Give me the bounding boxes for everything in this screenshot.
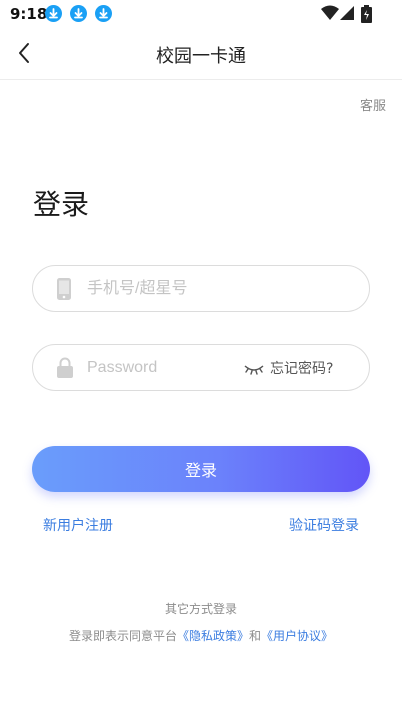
forgot-password-link[interactable]: 忘记密码? xyxy=(270,358,333,378)
agreement-text: 登录即表示同意平台《隐私政策》和《用户协议》 xyxy=(0,627,402,644)
customer-service-link[interactable]: 客服 xyxy=(360,95,386,114)
login-heading: 登录 xyxy=(33,188,90,221)
status-bar: 9:18 xyxy=(0,0,402,28)
verification-code-login-link[interactable]: 验证码登录 xyxy=(289,515,359,535)
phone-input[interactable] xyxy=(87,266,357,311)
password-field[interactable]: 忘记密码? xyxy=(32,344,370,391)
register-link[interactable]: 新用户注册 xyxy=(43,515,113,535)
page-title: 校园一卡通 xyxy=(156,46,246,67)
eye-closed-icon[interactable] xyxy=(243,358,265,378)
wifi-icon xyxy=(321,5,339,25)
lock-icon xyxy=(57,357,73,383)
download-icon xyxy=(95,5,112,22)
login-button[interactable]: 登录 xyxy=(32,446,370,492)
agreement-and: 和 xyxy=(249,629,262,643)
status-time: 9:18 xyxy=(10,5,48,23)
download-icon xyxy=(70,5,87,22)
agreement-prefix: 登录即表示同意平台 xyxy=(68,629,177,643)
password-input[interactable] xyxy=(87,345,237,390)
phone-field[interactable] xyxy=(32,265,370,312)
other-login-methods[interactable]: 其它方式登录 xyxy=(0,600,402,617)
user-agreement-link[interactable]: 《用户协议》 xyxy=(261,629,333,643)
privacy-policy-link[interactable]: 《隐私政策》 xyxy=(177,629,249,643)
download-icon xyxy=(45,5,62,22)
phone-icon xyxy=(57,278,71,304)
nav-bar: 校园一卡通 xyxy=(0,28,402,80)
battery-icon xyxy=(361,5,372,27)
signal-icon xyxy=(340,5,355,25)
